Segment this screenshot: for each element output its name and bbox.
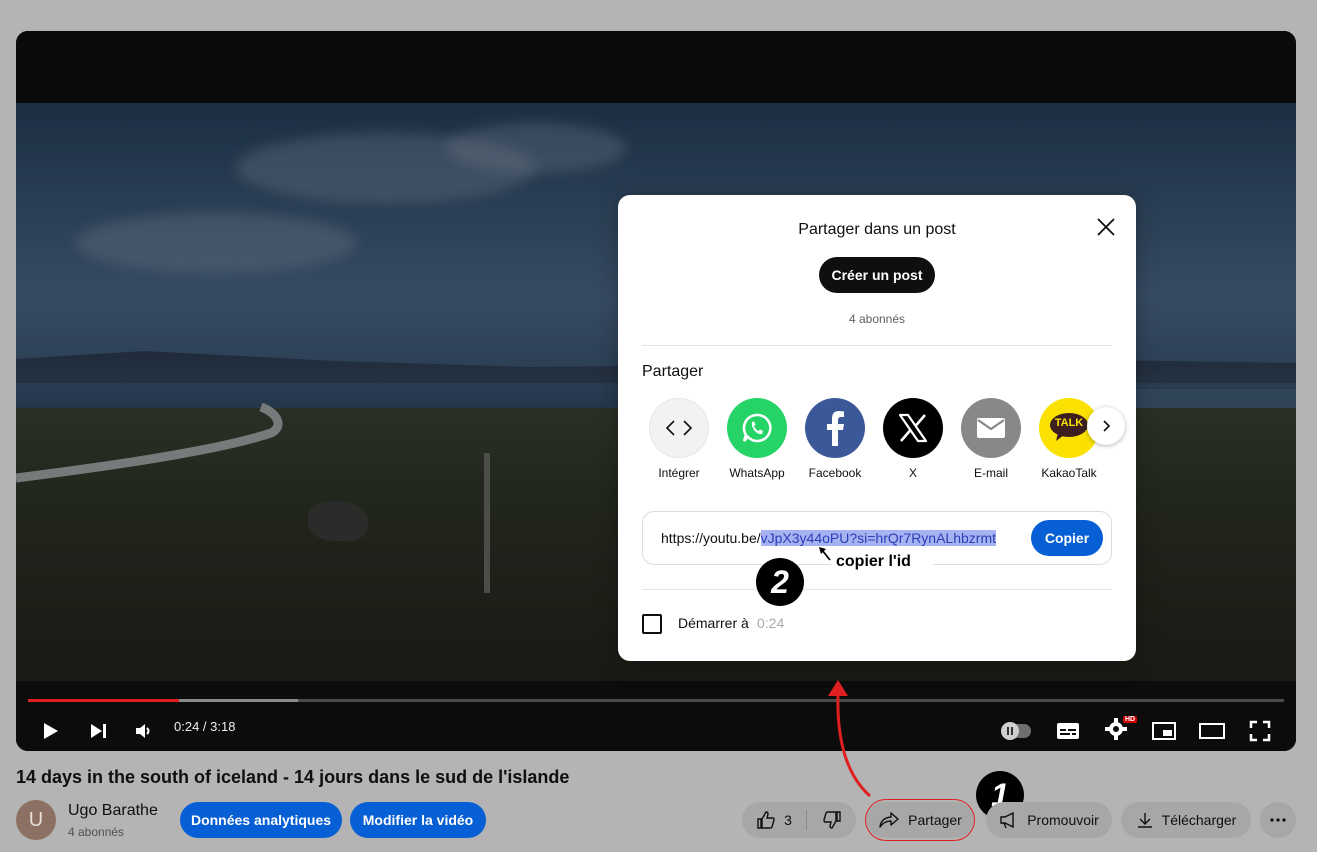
theater-button[interactable]: [1196, 715, 1228, 747]
share-target-label: Facebook: [808, 466, 862, 480]
x-icon: [898, 413, 928, 443]
share-link-selected-id: vJpX3y44oPU?si=hrQr7RynALhbzrmt: [760, 530, 997, 546]
like-count: 3: [784, 812, 792, 828]
share-dialog: Partager dans un post Créer un post 4 ab…: [618, 195, 1136, 661]
channel-name[interactable]: Ugo Barathe: [68, 802, 158, 820]
facebook-icon: [827, 411, 844, 446]
email-icon: [977, 418, 1005, 438]
player-controls: 0:24 / 3:18 HD: [16, 681, 1296, 751]
progress-played: [28, 699, 179, 702]
copy-button[interactable]: Copier: [1031, 520, 1103, 556]
like-dislike-group: 3: [742, 802, 856, 838]
analytics-button[interactable]: Données analytiques: [180, 802, 342, 838]
share-target-email[interactable]: E-mail: [958, 398, 1024, 480]
play-button[interactable]: [34, 715, 66, 747]
theater-icon: [1199, 723, 1225, 739]
share-target-embed[interactable]: Intégrer: [646, 398, 712, 480]
share-targets: Intégrer WhatsApp Facebook X E-mail TALK…: [646, 398, 1116, 488]
fullscreen-button[interactable]: [1244, 715, 1276, 747]
hd-badge: HD: [1123, 715, 1138, 723]
download-button[interactable]: Télécharger: [1121, 802, 1251, 838]
annotation-copy-id: copier l'id: [832, 553, 933, 573]
start-at-time[interactable]: 0:24: [757, 615, 784, 631]
kakaotalk-icon: TALK: [1049, 412, 1089, 444]
whatsapp-circle: [727, 398, 787, 458]
facebook-circle: [805, 398, 865, 458]
subtitles-icon: [1057, 723, 1079, 739]
email-circle: [961, 398, 1021, 458]
pause-icon: [1007, 727, 1013, 735]
volume-icon: [136, 724, 150, 738]
thumbs-down-icon: [822, 811, 841, 829]
share-target-label: KakaoTalk: [1041, 466, 1097, 480]
settings-button[interactable]: HD: [1100, 715, 1138, 747]
channel-avatar[interactable]: U: [16, 800, 56, 840]
miniplayer-button[interactable]: [1148, 715, 1180, 747]
share-target-facebook[interactable]: Facebook: [802, 398, 868, 480]
download-button-label: Télécharger: [1161, 812, 1237, 828]
edit-video-button[interactable]: Modifier la vidéo: [350, 802, 486, 838]
share-target-x[interactable]: X: [880, 398, 946, 480]
divider: [642, 589, 1112, 590]
promote-button-label: Promouvoir: [1027, 812, 1099, 828]
next-targets-button[interactable]: [1087, 407, 1125, 445]
fullscreen-icon: [1249, 720, 1271, 742]
channel-subscribers: 4 abonnés: [68, 825, 125, 839]
letterbox: [16, 31, 1296, 103]
volume-button[interactable]: [128, 715, 160, 747]
step-2-badge: 2: [756, 558, 804, 606]
autoplay-track: [1001, 722, 1031, 740]
autoplay-toggle[interactable]: [998, 715, 1034, 747]
like-button[interactable]: 3: [742, 802, 806, 838]
annotation-highlight: [865, 799, 975, 841]
share-link[interactable]: https://youtu.be/vJpX3y44oPU?si=hrQr7Ryn…: [661, 530, 997, 546]
miniplayer-icon: [1152, 722, 1176, 740]
share-link-prefix: https://youtu.be/: [661, 530, 761, 546]
share-target-label: Intégrer: [658, 466, 700, 480]
subscriber-count: 4 abonnés: [848, 312, 906, 326]
dislike-button[interactable]: [807, 802, 856, 838]
chevron-right-icon: [1103, 420, 1111, 432]
subtitles-button[interactable]: [1052, 715, 1084, 747]
autoplay-knob: [1001, 722, 1019, 740]
download-icon: [1137, 813, 1152, 828]
progress-bar[interactable]: [28, 699, 1284, 702]
share-target-label: E-mail: [973, 466, 1008, 480]
share-target-whatsapp[interactable]: WhatsApp: [724, 398, 790, 480]
play-icon: [44, 723, 58, 739]
embed-circle: [649, 398, 709, 458]
start-at-checkbox[interactable]: [642, 614, 662, 634]
post-title: Partager dans un post: [798, 221, 956, 238]
promote-button[interactable]: Promouvoir: [986, 802, 1112, 838]
kakaotalk-icon-text: TALK: [1054, 417, 1084, 429]
share-target-label: X: [908, 466, 917, 480]
video-title: 14 days in the south of iceland - 14 jou…: [16, 767, 570, 787]
start-at-label: Démarrer à: [678, 615, 749, 631]
embed-icon: [665, 420, 693, 436]
next-icon: [91, 724, 106, 738]
create-post-button[interactable]: Créer un post: [819, 257, 935, 293]
megaphone-icon: [1000, 811, 1014, 829]
next-button[interactable]: [82, 715, 114, 747]
share-heading: Partager: [642, 363, 704, 380]
whatsapp-icon: [742, 413, 772, 443]
share-target-label: WhatsApp: [729, 466, 785, 480]
more-horizontal-icon: [1270, 818, 1286, 822]
annotation-arrow-icon: [828, 680, 871, 798]
x-circle: [883, 398, 943, 458]
thumbs-up-icon: [757, 811, 775, 829]
more-actions-button[interactable]: [1260, 802, 1296, 838]
divider: [642, 345, 1112, 346]
time-display: 0:24 / 3:18: [174, 719, 236, 734]
